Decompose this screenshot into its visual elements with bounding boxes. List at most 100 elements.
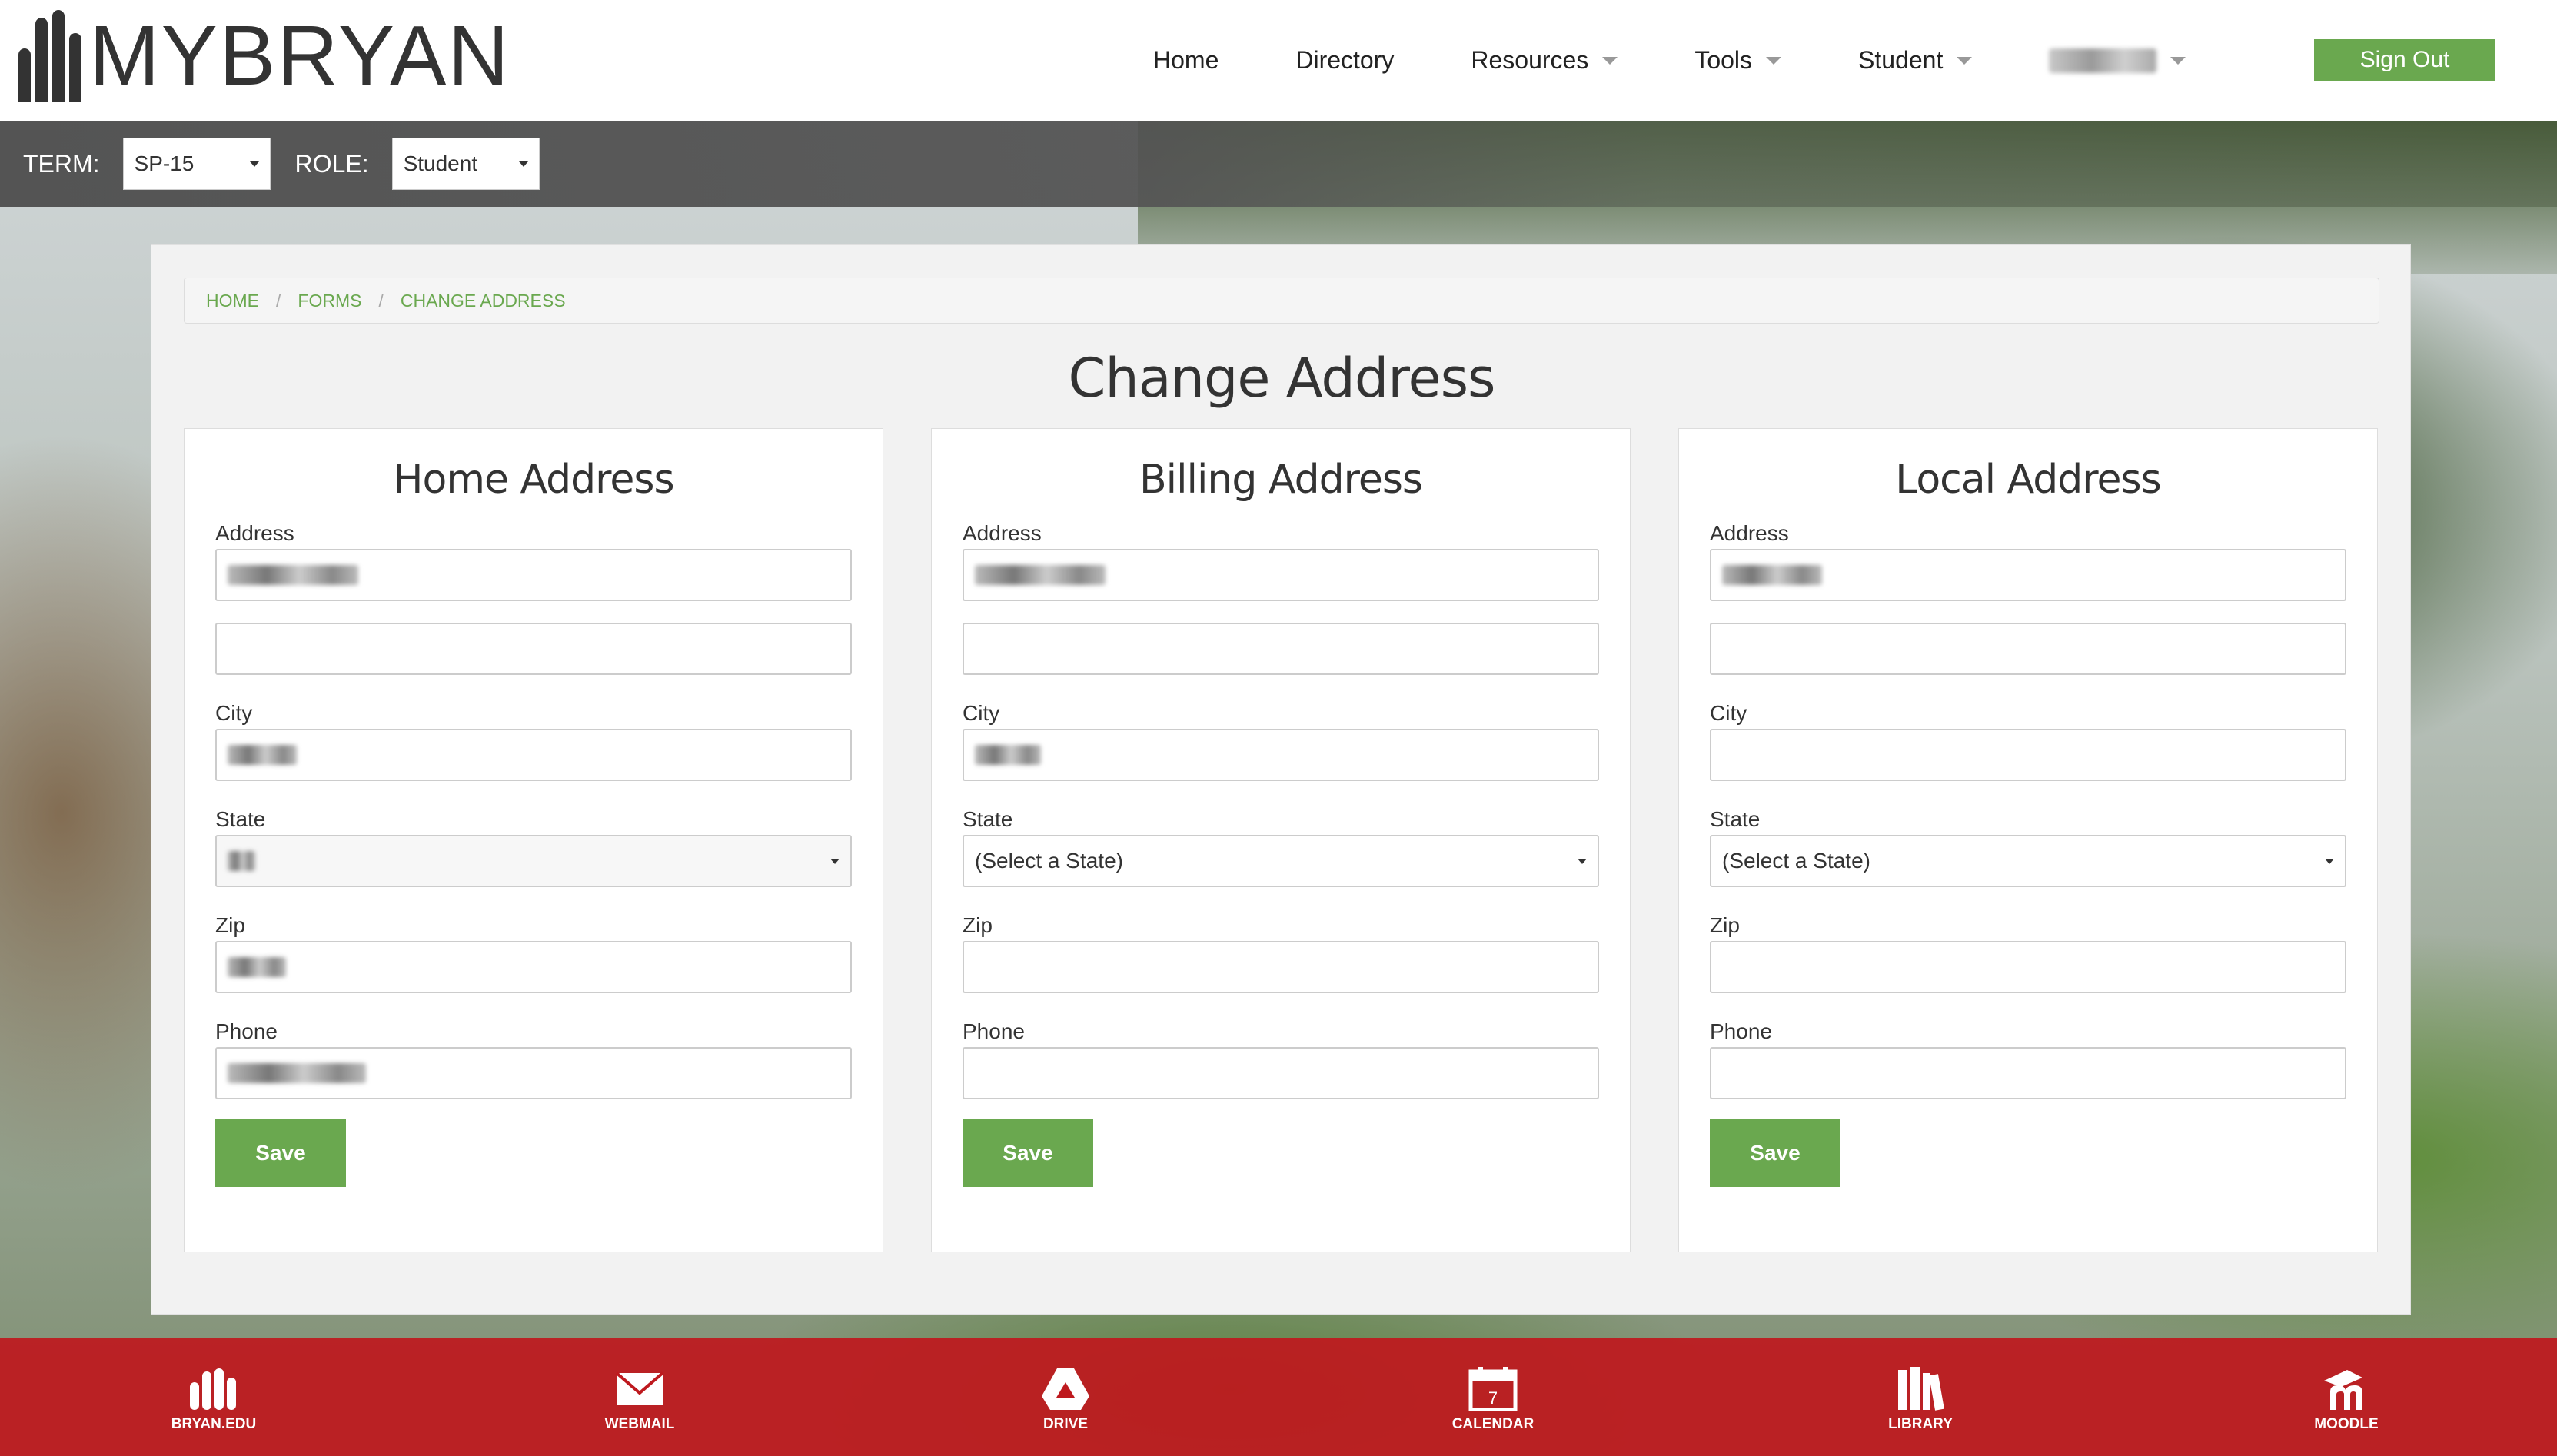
nav-resources[interactable]: Resources [1471, 46, 1618, 75]
term-select-value: SP-15 [134, 151, 195, 175]
chevron-down-icon [1602, 56, 1618, 65]
breadcrumb-separator: / [276, 290, 281, 311]
footer-link-drive[interactable]: DRIVE [989, 1365, 1142, 1433]
role-select-value: Student [403, 151, 478, 175]
city-label: City [215, 701, 253, 725]
state-select[interactable] [215, 835, 852, 887]
redacted-value [975, 565, 1106, 585]
state-select-value: (Select a State) [975, 849, 1123, 873]
city-label: City [963, 701, 1000, 725]
zip-input[interactable] [963, 941, 1599, 993]
mybryan-logo[interactable]: MYBRYAN [18, 6, 510, 106]
nav-home[interactable]: Home [1153, 46, 1219, 75]
home-address-card: Home Address Address City State Zip Phon… [184, 428, 883, 1252]
phone-label: Phone [1710, 1019, 1772, 1043]
footer-link-library[interactable]: LIBRARY [1844, 1365, 1997, 1433]
role-label: ROLE: [294, 149, 369, 178]
breadcrumb-current[interactable]: CHANGE ADDRESS [401, 291, 566, 311]
footer-link-label: DRIVE [1042, 1416, 1089, 1432]
zip-input[interactable] [1710, 941, 2346, 993]
logo-text: MYBRYAN [89, 8, 510, 103]
zip-label: Zip [1710, 913, 1740, 937]
main-nav: Home Directory Resources Tools Student [1153, 0, 2263, 121]
zip-input[interactable] [215, 941, 852, 993]
phone-label: Phone [215, 1019, 278, 1043]
nav-tools[interactable]: Tools [1694, 46, 1782, 75]
address-line1-input[interactable] [215, 549, 852, 601]
card-title: Home Address [393, 457, 674, 503]
phone-input[interactable] [1710, 1047, 2346, 1099]
address-line1-input[interactable] [963, 549, 1599, 601]
city-input[interactable] [1710, 729, 2346, 781]
address-label: Address [963, 521, 1042, 545]
nav-directory[interactable]: Directory [1295, 46, 1394, 75]
sign-out-button[interactable]: Sign Out [2314, 39, 2495, 81]
footer-link-calendar[interactable]: 7 CALENDAR [1416, 1365, 1570, 1433]
footer-link-label: MOODLE [2314, 1416, 2379, 1432]
top-header: MYBRYAN Home Directory Resources Tools S… [0, 0, 2557, 121]
zip-label: Zip [963, 913, 993, 937]
nav-student-label: Student [1858, 46, 1944, 74]
footer-link-bryan-edu[interactable]: BRYAN.EDU [137, 1365, 291, 1433]
redacted-value [975, 745, 1041, 765]
breadcrumb: HOME / FORMS / CHANGE ADDRESS [184, 278, 2379, 324]
nav-student[interactable]: Student [1858, 46, 1973, 75]
address-label: Address [215, 521, 294, 545]
state-select[interactable]: (Select a State) [963, 835, 1599, 887]
breadcrumb-separator: / [378, 290, 384, 311]
nav-user-menu[interactable] [2049, 48, 2186, 73]
footer-link-label: CALENDAR [1451, 1416, 1535, 1432]
save-button[interactable]: Save [1710, 1119, 1840, 1187]
moodle-icon [2324, 1370, 2362, 1410]
nav-tools-label: Tools [1694, 46, 1753, 74]
footer-link-label: BRYAN.EDU [171, 1416, 257, 1432]
nav-directory-label: Directory [1295, 46, 1395, 74]
address-label: Address [1710, 521, 1789, 545]
calendar-day: 7 [1488, 1388, 1498, 1408]
city-input[interactable] [215, 729, 852, 781]
term-select[interactable]: SP-15 [122, 138, 271, 190]
save-button[interactable]: Save [215, 1119, 346, 1187]
redacted-value [228, 1063, 366, 1083]
card-title: Local Address [1895, 457, 2161, 503]
chevron-down-icon [2170, 56, 2186, 65]
phone-input[interactable] [215, 1047, 852, 1099]
nav-home-label: Home [1153, 46, 1219, 74]
save-button[interactable]: Save [963, 1119, 1093, 1187]
chevron-down-icon [1957, 56, 1973, 65]
footer-link-webmail[interactable]: WEBMAIL [563, 1365, 717, 1433]
page-title: Change Address [1068, 347, 1495, 410]
footer-link-moodle[interactable]: MOODLE [2269, 1365, 2423, 1433]
address-line2-input[interactable] [963, 623, 1599, 675]
breadcrumb-home[interactable]: HOME [206, 291, 259, 311]
redacted-username [2049, 48, 2157, 73]
state-select[interactable]: (Select a State) [1710, 835, 2346, 887]
city-input[interactable] [963, 729, 1599, 781]
dropdown-arrow-icon [830, 858, 840, 864]
redacted-value [1722, 565, 1822, 585]
redacted-value [228, 745, 297, 765]
redacted-value [228, 957, 286, 977]
dropdown-arrow-icon [249, 161, 259, 167]
breadcrumb-forms[interactable]: FORMS [298, 291, 361, 311]
college-icon [190, 1368, 236, 1410]
address-line2-input[interactable] [1710, 623, 2346, 675]
billing-address-card: Billing Address Address City State (Sele… [931, 428, 1631, 1252]
chevron-down-icon [1766, 56, 1782, 65]
redacted-value [228, 851, 255, 871]
address-line1-input[interactable] [1710, 549, 2346, 601]
phone-label: Phone [963, 1019, 1025, 1043]
redacted-value [228, 565, 358, 585]
dropdown-arrow-icon [1578, 858, 1587, 864]
footer-link-label: WEBMAIL [604, 1416, 675, 1432]
phone-input[interactable] [963, 1047, 1599, 1099]
main-panel: HOME / FORMS / CHANGE ADDRESS Change Add… [151, 244, 2411, 1315]
zip-label: Zip [215, 913, 245, 937]
dropdown-arrow-icon [518, 161, 528, 167]
address-line2-input[interactable] [215, 623, 852, 675]
term-label: TERM: [23, 149, 100, 178]
quick-links-footer: BRYAN.EDU WEBMAIL DRIVE 7 CALENDAR LIBRA… [0, 1338, 2557, 1456]
state-label: State [1710, 807, 1761, 831]
calendar-icon: 7 [1468, 1367, 1518, 1411]
role-select[interactable]: Student [391, 138, 540, 190]
